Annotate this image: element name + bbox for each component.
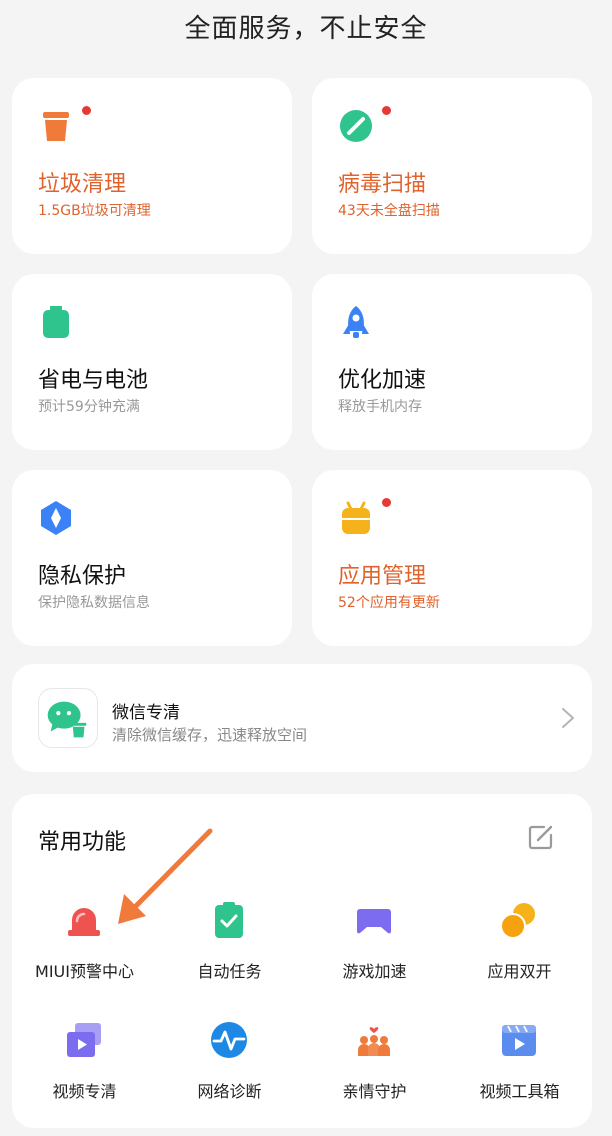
- trash-can-icon: [43, 112, 69, 141]
- tile-family-guard[interactable]: 亲情守护: [302, 1020, 447, 1130]
- wechat-clean-title: 微信专清: [112, 703, 180, 723]
- feature-title: 病毒扫描: [338, 172, 427, 197]
- feature-title: 省电与电池: [38, 368, 149, 393]
- feature-subtitle: 释放手机内存: [338, 399, 422, 415]
- gamepad-icon: [357, 909, 391, 934]
- tile-video-toolbox[interactable]: 视频工具箱: [447, 1020, 592, 1130]
- tile-label: 游戏加速: [342, 962, 407, 981]
- common-functions-card: 常用功能 MIUI预警中心 自动任务 游戏加速 应用双开 视频专清 网络诊断 亲…: [12, 794, 592, 1128]
- feature-subtitle: 预计59分钟充满: [38, 399, 140, 415]
- tile-label: 自动任务: [197, 962, 262, 981]
- battery-card[interactable]: 省电与电池 预计59分钟充满: [12, 274, 292, 450]
- tile-label: 应用双开: [487, 962, 552, 981]
- wechat-clean-row[interactable]: 微信专清 清除微信缓存，迅速释放空间: [12, 664, 592, 772]
- family-guard-icon: [358, 1027, 390, 1056]
- tile-game-boost[interactable]: 游戏加速: [302, 900, 447, 1010]
- chevron-right-icon: [562, 708, 574, 728]
- feature-title: 应用管理: [338, 564, 427, 589]
- video-toolbox-icon: [502, 1025, 536, 1056]
- network-pulse-icon: [211, 1022, 247, 1058]
- privacy-card[interactable]: 隐私保护 保护隐私数据信息: [12, 470, 292, 646]
- tile-label: 视频工具箱: [479, 1082, 560, 1101]
- virus-scan-icon: [340, 110, 372, 142]
- app-manage-card[interactable]: 应用管理 52个应用有更新: [312, 470, 592, 646]
- feature-title: 垃圾清理: [38, 172, 127, 197]
- notification-dot: [382, 498, 391, 507]
- feature-subtitle: 52个应用有更新: [338, 595, 440, 611]
- tile-network-diagnosis[interactable]: 网络诊断: [157, 1020, 302, 1130]
- virus-scan-card[interactable]: 病毒扫描 43天未全盘扫描: [312, 78, 592, 254]
- dual-app-icon: [500, 903, 535, 939]
- privacy-shield-icon: [41, 501, 71, 535]
- video-clean-icon: [67, 1023, 101, 1057]
- clipboard-check-icon: [215, 902, 243, 938]
- battery-icon: [43, 306, 69, 338]
- alarm-siren-icon: [68, 908, 100, 936]
- edit-icon[interactable]: [528, 824, 554, 850]
- feature-subtitle: 1.5GB垃圾可清理: [38, 203, 151, 219]
- notification-dot: [82, 106, 91, 115]
- optimize-card[interactable]: 优化加速 释放手机内存: [312, 274, 592, 450]
- wechat-clean-icon: [38, 688, 98, 748]
- rocket-icon: [343, 306, 369, 338]
- tile-label: 网络诊断: [197, 1082, 262, 1101]
- tile-video-clean[interactable]: 视频专清: [12, 1020, 157, 1130]
- feature-subtitle: 43天未全盘扫描: [338, 203, 440, 219]
- tile-label: 视频专清: [52, 1082, 117, 1101]
- section-title: 常用功能: [38, 830, 127, 855]
- tile-label: 亲情守护: [342, 1082, 407, 1101]
- android-app-icon: [342, 501, 370, 534]
- tile-auto-task[interactable]: 自动任务: [157, 900, 302, 1010]
- junk-clean-card[interactable]: 垃圾清理 1.5GB垃圾可清理: [12, 78, 292, 254]
- feature-title: 隐私保护: [38, 564, 127, 589]
- tile-label: MIUI预警中心: [35, 962, 134, 981]
- wechat-clean-subtitle: 清除微信缓存，迅速释放空间: [112, 726, 308, 744]
- feature-title: 优化加速: [338, 368, 427, 393]
- tile-miui-alert-center[interactable]: MIUI预警中心: [12, 900, 157, 1010]
- feature-subtitle: 保护隐私数据信息: [38, 595, 150, 611]
- page-title: 全面服务，不止安全: [184, 14, 428, 44]
- notification-dot: [382, 106, 391, 115]
- tile-dual-app[interactable]: 应用双开: [447, 900, 592, 1010]
